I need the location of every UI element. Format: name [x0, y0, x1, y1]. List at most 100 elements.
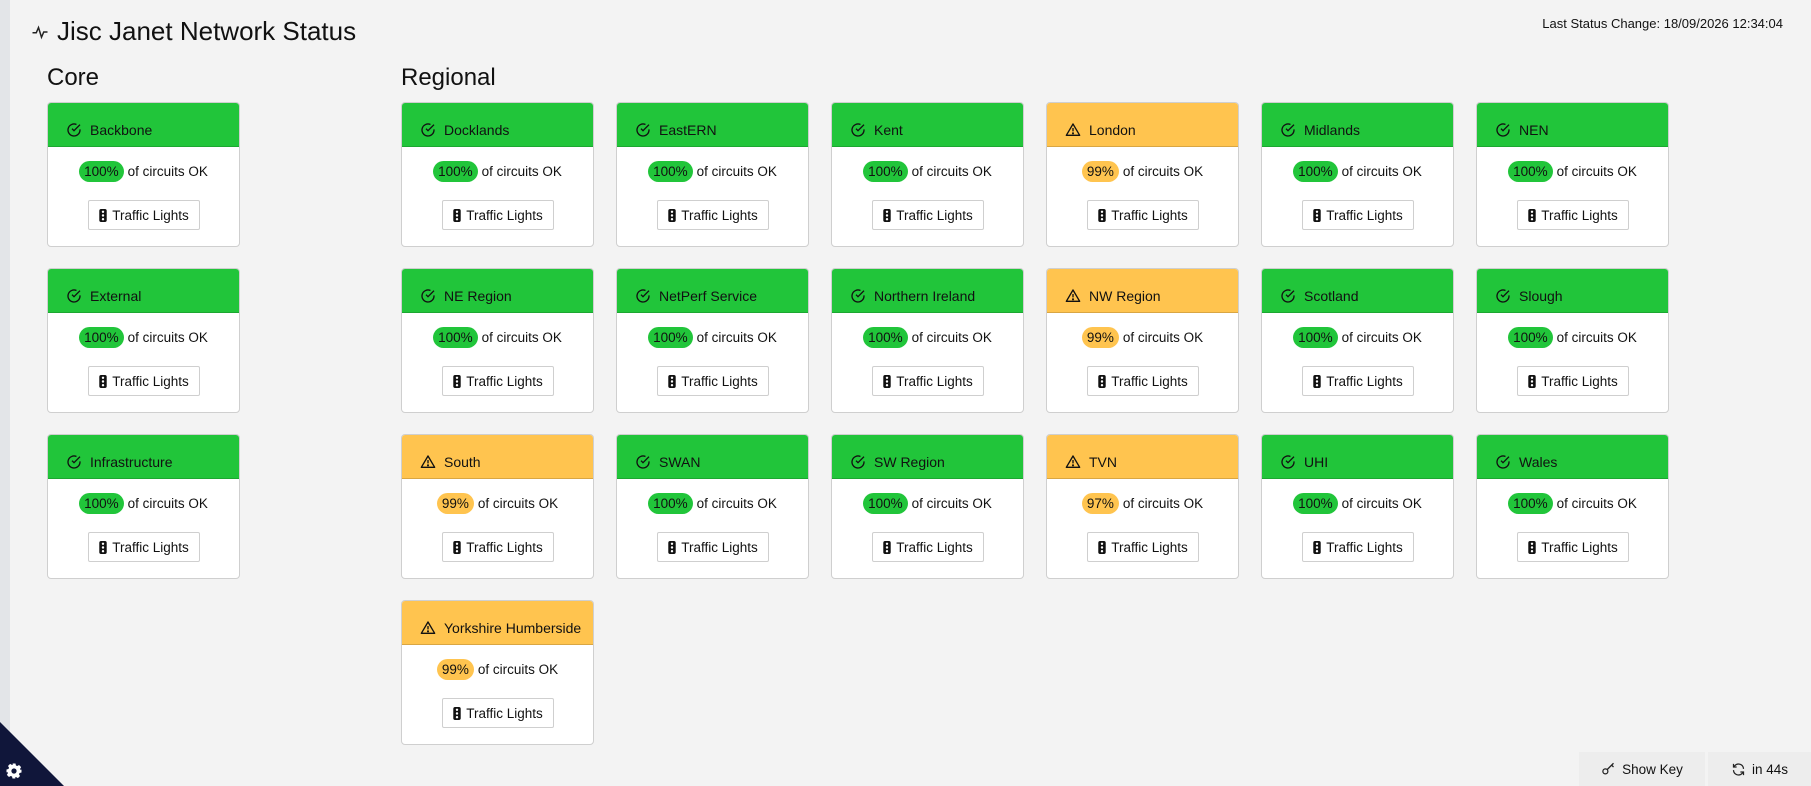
traffic-lights-button[interactable]: Traffic Lights [441, 698, 554, 728]
card-header[interactable]: Kent [832, 103, 1023, 147]
traffic-lights-button[interactable]: Traffic Lights [87, 532, 200, 562]
status-card: Wales 100% of circuits OK Traffic Lights [1476, 434, 1669, 579]
card-title: UHI [1304, 453, 1329, 470]
card-header[interactable]: Northern Ireland [832, 269, 1023, 313]
card-title: NE Region [444, 287, 512, 304]
card-body: 99% of circuits OK Traffic Lights [402, 645, 593, 728]
check-circle-icon [1281, 122, 1295, 137]
card-header[interactable]: South [402, 435, 593, 479]
traffic-lights-button[interactable]: Traffic Lights [1086, 532, 1199, 562]
card-header[interactable]: NW Region [1047, 269, 1238, 313]
check-circle-icon [421, 288, 435, 303]
traffic-lights-label: Traffic Lights [896, 539, 973, 555]
circuits-ok-label: of circuits OK [127, 496, 208, 511]
card-body: 100% of circuits OK Traffic Lights [617, 147, 808, 230]
card-body: 100% of circuits OK Traffic Lights [402, 313, 593, 396]
card-header[interactable]: TVN [1047, 435, 1238, 479]
traffic-lights-button[interactable]: Traffic Lights [1301, 532, 1414, 562]
circuits-ok-label: of circuits OK [911, 330, 992, 345]
card-header[interactable]: Yorkshire Humberside [402, 601, 593, 645]
card-header[interactable]: Midlands [1262, 103, 1453, 147]
traffic-lights-button[interactable]: Traffic Lights [87, 366, 200, 396]
percent-badge: 99% [1081, 327, 1119, 348]
card-header[interactable]: NE Region [402, 269, 593, 313]
traffic-light-icon [99, 540, 107, 554]
card-title: Midlands [1304, 121, 1361, 138]
card-header[interactable]: UHI [1262, 435, 1453, 479]
card-header[interactable]: Scotland [1262, 269, 1453, 313]
warning-triangle-icon [420, 454, 436, 468]
circuits-ok-label: of circuits OK [1341, 164, 1422, 179]
traffic-light-icon [1313, 208, 1321, 222]
traffic-lights-button[interactable]: Traffic Lights [87, 200, 200, 230]
percent-badge: 100% [863, 493, 908, 514]
card-header[interactable]: Wales [1477, 435, 1668, 479]
card-body: 100% of circuits OK Traffic Lights [402, 147, 593, 230]
traffic-lights-label: Traffic Lights [466, 207, 543, 223]
traffic-lights-label: Traffic Lights [1111, 207, 1188, 223]
traffic-lights-button[interactable]: Traffic Lights [441, 532, 554, 562]
card-title: Docklands [444, 121, 510, 138]
traffic-lights-label: Traffic Lights [112, 539, 189, 555]
card-header[interactable]: EastERN [617, 103, 808, 147]
card-header[interactable]: Backbone [48, 103, 239, 147]
traffic-lights-button[interactable]: Traffic Lights [1301, 200, 1414, 230]
traffic-lights-button[interactable]: Traffic Lights [656, 532, 769, 562]
percent-badge: 100% [79, 493, 124, 514]
circuits-ok-label: of circuits OK [911, 496, 992, 511]
card-header[interactable]: Infrastructure [48, 435, 239, 479]
traffic-lights-button[interactable]: Traffic Lights [1516, 200, 1629, 230]
traffic-lights-button[interactable]: Traffic Lights [1086, 200, 1199, 230]
card-header[interactable]: London [1047, 103, 1238, 147]
card-body: 99% of circuits OK Traffic Lights [402, 479, 593, 562]
refresh-countdown: in 44s [1751, 761, 1789, 777]
refresh-button[interactable]: in 44s [1708, 752, 1811, 786]
card-title: NetPerf Service [659, 287, 758, 304]
gear-icon[interactable] [5, 762, 23, 780]
traffic-light-icon [1528, 540, 1536, 554]
card-body: 100% of circuits OK Traffic Lights [1262, 147, 1453, 230]
card-header[interactable]: External [48, 269, 239, 313]
traffic-lights-button[interactable]: Traffic Lights [1086, 366, 1199, 396]
circuits-ok-label: of circuits OK [696, 330, 777, 345]
status-card: South 99% of circuits OK Traffic Lights [401, 434, 594, 579]
percent-badge: 100% [1293, 327, 1338, 348]
traffic-lights-button[interactable]: Traffic Lights [1301, 366, 1414, 396]
check-circle-icon [421, 122, 435, 137]
circuits-ok-label: of circuits OK [1556, 164, 1637, 179]
traffic-lights-label: Traffic Lights [681, 539, 758, 555]
check-circle-icon [851, 122, 865, 137]
card-body: 100% of circuits OK Traffic Lights [48, 313, 239, 396]
traffic-lights-button[interactable]: Traffic Lights [656, 200, 769, 230]
card-header[interactable]: SWAN [617, 435, 808, 479]
show-key-button[interactable]: Show Key [1579, 752, 1705, 786]
card-title: NW Region [1089, 287, 1161, 304]
traffic-lights-button[interactable]: Traffic Lights [441, 366, 554, 396]
card-body: 100% of circuits OK Traffic Lights [48, 479, 239, 562]
traffic-light-icon [1098, 374, 1106, 388]
check-circle-icon [67, 288, 81, 303]
card-header[interactable]: Docklands [402, 103, 593, 147]
card-header[interactable]: NEN [1477, 103, 1668, 147]
check-circle-icon [1496, 122, 1510, 137]
traffic-light-icon [1528, 374, 1536, 388]
card-body: 100% of circuits OK Traffic Lights [617, 479, 808, 562]
traffic-lights-button[interactable]: Traffic Lights [441, 200, 554, 230]
card-body: 100% of circuits OK Traffic Lights [1477, 147, 1668, 230]
traffic-lights-button[interactable]: Traffic Lights [656, 366, 769, 396]
circuits-ok-label: of circuits OK [127, 330, 208, 345]
traffic-lights-label: Traffic Lights [896, 207, 973, 223]
refresh-icon [1732, 762, 1745, 776]
traffic-lights-button[interactable]: Traffic Lights [871, 366, 984, 396]
card-header[interactable]: NetPerf Service [617, 269, 808, 313]
check-circle-icon [851, 288, 865, 303]
traffic-lights-button[interactable]: Traffic Lights [871, 200, 984, 230]
card-header[interactable]: SW Region [832, 435, 1023, 479]
traffic-lights-label: Traffic Lights [1111, 373, 1188, 389]
traffic-lights-button[interactable]: Traffic Lights [871, 532, 984, 562]
traffic-lights-button[interactable]: Traffic Lights [1516, 532, 1629, 562]
traffic-lights-button[interactable]: Traffic Lights [1516, 366, 1629, 396]
traffic-light-icon [1313, 540, 1321, 554]
card-header[interactable]: Slough [1477, 269, 1668, 313]
check-circle-icon [67, 122, 81, 137]
